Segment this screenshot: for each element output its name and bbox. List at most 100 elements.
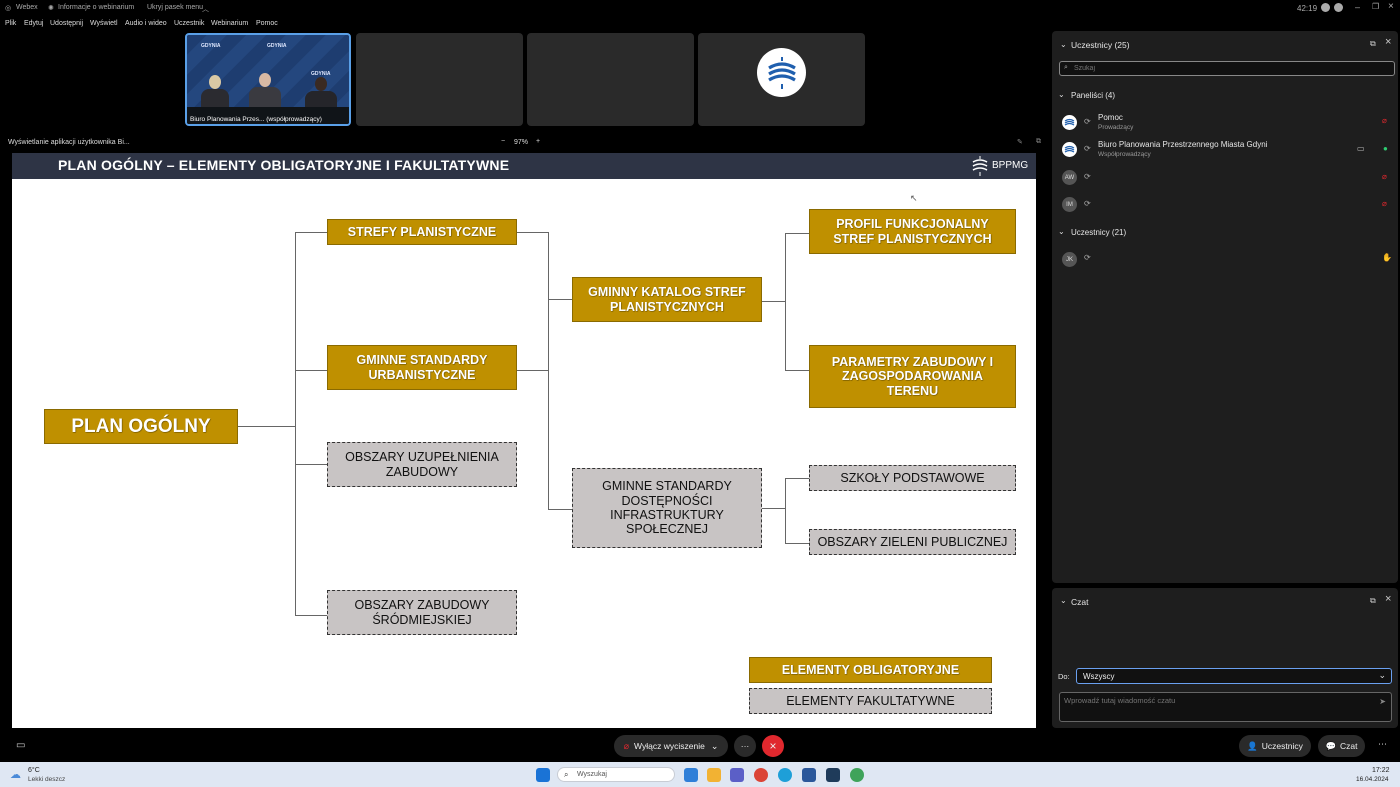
connector-line: [295, 232, 296, 616]
mic-muted-icon[interactable]: ⌀: [1382, 116, 1387, 125]
bppmg-logo-icon: [972, 156, 988, 176]
node-strefy-planistyczne: STREFY PLANISTYCZNE: [327, 219, 517, 245]
panelist-name: Biuro Planowania Przestrzennego Miasta G…: [1098, 140, 1268, 149]
video-tile-empty[interactable]: [356, 33, 523, 126]
chevron-down-icon: ⌄: [1378, 670, 1386, 680]
camera-icon[interactable]: ▭: [1357, 144, 1365, 153]
chat-button[interactable]: 💬 Czat: [1318, 735, 1365, 757]
node-obszary-srodmiejskiej: OBSZARY ZABUDOWY ŚRÓDMIEJSKIEJ: [327, 590, 517, 635]
menu-item-view[interactable]: Wyświetl: [90, 20, 118, 27]
close-icon[interactable]: ×: [1385, 593, 1391, 605]
chrome-icon[interactable]: [754, 768, 768, 782]
menu-item-share[interactable]: Udostępnij: [50, 20, 83, 27]
hide-menu-link[interactable]: Ukryj pasek menu: [147, 4, 203, 11]
edge-icon[interactable]: [778, 768, 792, 782]
taskbar-search[interactable]: ⌕ Wyszukaj: [557, 767, 675, 782]
video-tile-avatar[interactable]: [698, 33, 865, 126]
close-icon[interactable]: ×: [1385, 36, 1391, 48]
chevron-down-icon[interactable]: ⌄: [1060, 596, 1067, 605]
chevron-down-icon[interactable]: ⌄: [1058, 227, 1065, 236]
task-view-icon[interactable]: [684, 768, 698, 782]
chevron-down-icon[interactable]: ⌄: [1060, 40, 1067, 49]
unmute-button[interactable]: ⌀ Wyłącz wyciszenie ⌄: [614, 735, 728, 757]
popout-icon[interactable]: ⧉: [1370, 39, 1376, 49]
mic-muted-icon[interactable]: ⌀: [1382, 199, 1387, 208]
windows-start-icon[interactable]: [536, 768, 550, 782]
teams-icon[interactable]: [730, 768, 744, 782]
backdrop-text: GDYNIA: [201, 43, 221, 49]
connector-line: [517, 370, 549, 371]
zoom-level: 97%: [514, 139, 529, 146]
info-icon[interactable]: ✺: [48, 4, 54, 12]
sync-icon: ⟳: [1084, 199, 1091, 208]
participants-button[interactable]: 👤 Uczestnicy: [1239, 735, 1311, 757]
file-explorer-icon[interactable]: [707, 768, 721, 782]
chat-bubble-icon: 💬: [1325, 740, 1337, 751]
weather-icon[interactable]: ☁: [10, 768, 21, 781]
participants-button-label: Uczestnicy: [1261, 741, 1303, 751]
zoom-in-button[interactable]: +: [536, 138, 540, 145]
panelist-role: Prowadzący: [1098, 124, 1134, 131]
connector-line: [785, 233, 809, 234]
menu-item-participant[interactable]: Uczestnik: [174, 20, 204, 27]
menu-item-edit[interactable]: Edytuj: [24, 20, 43, 27]
avatar: [1062, 142, 1077, 157]
profile-icon[interactable]: [1334, 3, 1343, 12]
webinar-info-link[interactable]: Informacje o webinarium: [58, 4, 134, 11]
chat-recipient-select[interactable]: Wszyscy ⌄: [1076, 668, 1392, 684]
menu-item-webinar[interactable]: Webinarium: [211, 20, 248, 27]
node-plan-ogolny: PLAN OGÓLNY: [44, 409, 238, 444]
search-icon: ⌕: [564, 770, 569, 779]
person-icon: 👤: [1247, 740, 1258, 751]
chat-message-input[interactable]: [1064, 696, 1369, 718]
video-tile-label: Biuro Planowania Przes... (współprowadzą…: [190, 116, 322, 123]
video-tile-empty[interactable]: [527, 33, 694, 126]
connector-line: [295, 615, 327, 616]
word-icon[interactable]: [802, 768, 816, 782]
settings-icon[interactable]: [1321, 3, 1330, 12]
avatar: JK: [1062, 252, 1077, 267]
menu-item-file[interactable]: Plik: [5, 20, 16, 27]
minimize-icon[interactable]: –: [1355, 2, 1360, 12]
maximize-icon[interactable]: ❐: [1372, 2, 1379, 11]
avatar: IM: [1062, 197, 1077, 212]
more-icon[interactable]: ⋯: [1378, 739, 1387, 750]
chevron-up-icon[interactable]: ︿: [202, 4, 209, 14]
connector-line: [295, 232, 327, 233]
share-label: Wyświetlanie aplikacji użytkownika Bi...: [8, 139, 130, 146]
connector-line: [785, 478, 809, 479]
bppmg-logo-icon: [757, 48, 806, 97]
captions-icon[interactable]: ▭: [16, 740, 25, 751]
mic-on-icon[interactable]: ●: [1383, 144, 1388, 153]
connector-line: [295, 464, 327, 465]
slide-title: PLAN OGÓLNY – ELEMENTY OBLIGATORYJNE I F…: [58, 157, 510, 173]
video-tile-host[interactable]: GDYNIA GDYNIA GDYNIA Biuro Planowania Pr…: [185, 33, 351, 126]
backdrop-text: GDYNIA: [267, 43, 287, 49]
webex-taskbar-icon[interactable]: [826, 768, 840, 782]
panelist-name: Pomoc: [1098, 113, 1123, 122]
chevron-down-icon[interactable]: ⌄: [1058, 90, 1065, 99]
menu-item-help[interactable]: Pomoc: [256, 20, 278, 27]
close-icon[interactable]: ×: [1388, 1, 1394, 12]
mic-muted-icon[interactable]: ⌀: [1382, 172, 1387, 181]
app-icon[interactable]: [850, 768, 864, 782]
hand-icon[interactable]: ✋: [1382, 253, 1392, 262]
popout-icon[interactable]: ⧉: [1370, 596, 1376, 606]
person-head: [315, 77, 327, 91]
participants-search[interactable]: ⌕: [1059, 61, 1395, 76]
search-input[interactable]: [1074, 63, 1374, 74]
end-call-button[interactable]: ×: [762, 735, 784, 757]
send-icon[interactable]: ➤: [1379, 697, 1386, 706]
weather-temp: 6°C: [28, 767, 40, 774]
annotate-icon[interactable]: ✎: [1017, 138, 1023, 146]
shared-slide: PLAN OGÓLNY – ELEMENTY OBLIGATORYJNE I F…: [12, 153, 1036, 728]
popout-icon[interactable]: ⧉: [1036, 138, 1041, 146]
more-options-button[interactable]: ···: [734, 735, 756, 757]
connector-line: [295, 370, 327, 371]
menu-item-audio-video[interactable]: Audio i wideo: [125, 20, 167, 27]
sync-icon: ⟳: [1084, 172, 1091, 181]
zoom-out-button[interactable]: −: [501, 138, 505, 145]
chat-input-box[interactable]: ➤: [1059, 692, 1392, 722]
weather-desc: Lekki deszcz: [28, 776, 66, 783]
share-bar: Wyświetlanie aplikacji użytkownika Bi...…: [0, 136, 1050, 152]
